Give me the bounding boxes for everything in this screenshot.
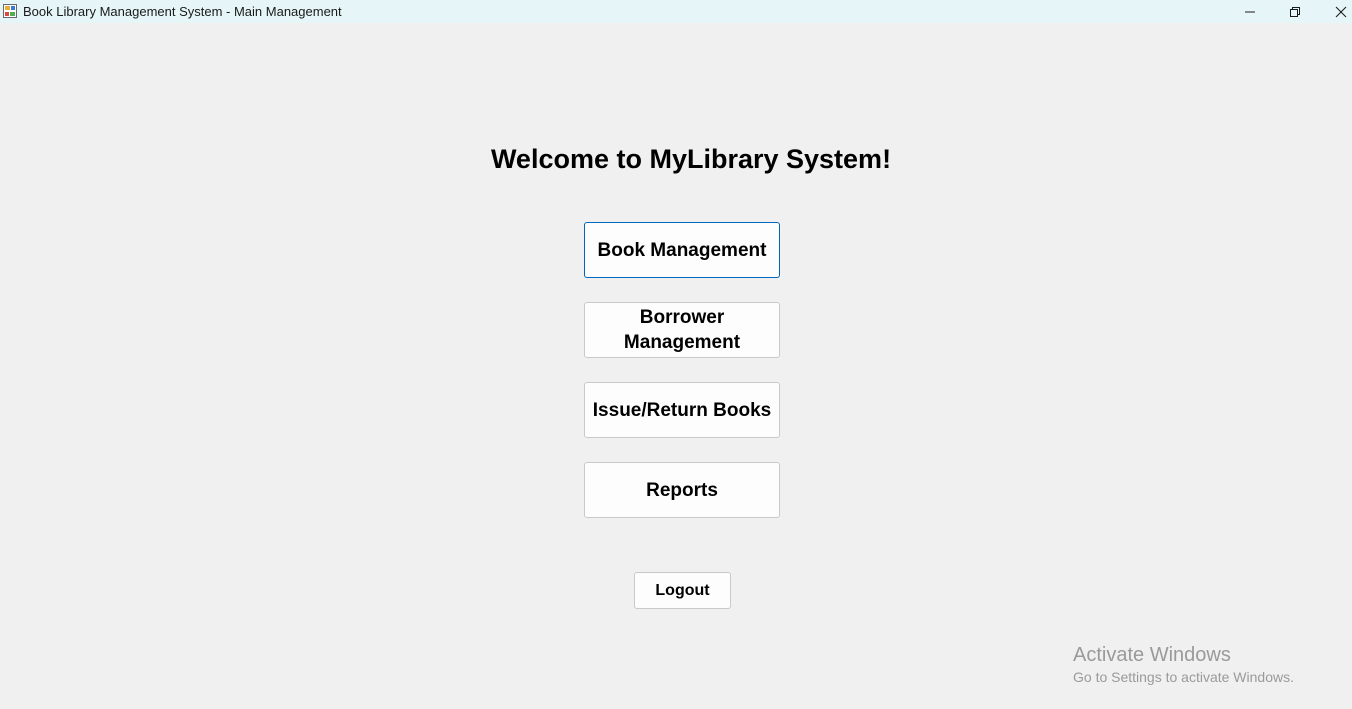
- window-title: Book Library Management System - Main Ma…: [23, 4, 342, 19]
- welcome-heading: Welcome to MyLibrary System!: [490, 144, 892, 174]
- minimize-icon: [1245, 11, 1255, 12]
- book-management-button[interactable]: Book Management: [584, 222, 780, 278]
- reports-button[interactable]: Reports: [584, 462, 780, 518]
- close-icon: [1335, 6, 1347, 17]
- maximize-button[interactable]: [1272, 0, 1318, 23]
- app-form-icon: [3, 4, 17, 18]
- activate-windows-watermark: Activate Windows Go to Settings to activ…: [1073, 643, 1294, 687]
- main-window: Book Library Management System - Main Ma…: [0, 0, 1352, 709]
- issue-return-books-button[interactable]: Issue/Return Books: [584, 382, 780, 438]
- title-bar[interactable]: Book Library Management System - Main Ma…: [0, 0, 1352, 23]
- borrower-management-button[interactable]: Borrower Management: [584, 302, 780, 358]
- restore-icon: [1290, 6, 1300, 17]
- minimize-button[interactable]: [1227, 0, 1273, 23]
- logout-button[interactable]: Logout: [634, 572, 731, 609]
- watermark-subtitle: Go to Settings to activate Windows.: [1073, 669, 1294, 685]
- watermark-title: Activate Windows: [1073, 644, 1231, 666]
- close-button[interactable]: [1318, 0, 1352, 23]
